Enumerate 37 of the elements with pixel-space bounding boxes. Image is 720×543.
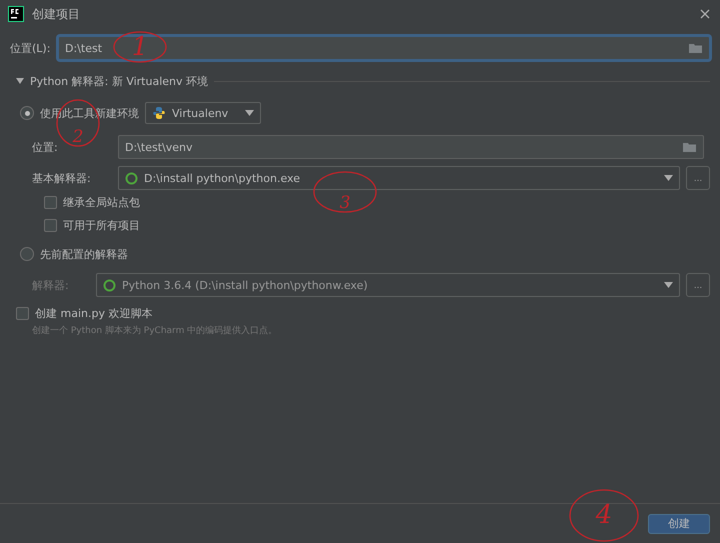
interpreter-label: 解释器: [32,278,70,292]
checkbox-label: 继承全局站点包 [63,195,140,210]
checkbox-label: 创建 main.py 欢迎脚本 [35,306,152,320]
create-button[interactable]: 创建 [648,514,710,534]
window-title: 创建项目 [32,6,80,22]
tool-dropdown[interactable]: Virtualenv [145,102,261,124]
checkbox-label: 可用于所有项目 [63,218,140,233]
python-ring-icon [103,278,116,292]
folder-icon[interactable] [689,42,703,54]
annotation-number: 2 [72,129,84,146]
venv-location-field[interactable]: D:\test\venv [118,135,704,159]
python-logo-icon [152,106,166,120]
annotation-number: 3 [340,195,350,212]
base-interpreter-label: 基本解释器: [32,170,92,186]
venv-location-label: 位置: [32,140,59,154]
checkbox[interactable] [44,219,57,232]
location-label: 位置(L): [10,40,52,56]
close-button[interactable] [698,7,712,21]
annotation-number: 1 [132,34,148,60]
annotation-circle [112,30,168,64]
browse-button[interactable]: ... [686,166,710,190]
annotation-number: 4 [596,502,612,528]
checkbox[interactable] [44,196,57,209]
annotation-circle [312,170,378,214]
radio-button[interactable] [20,106,34,120]
folder-icon[interactable] [683,142,697,152]
annotation-circle [568,488,640,543]
checkbox[interactable] [16,306,29,320]
app-logo-icon [8,6,24,22]
base-interpreter-dropdown[interactable]: D:\install python\python.exe [118,166,680,190]
caret-icon [664,282,673,288]
section-title: Python 解释器: 新 Virtualenv 环境 [30,74,208,88]
python-ring-icon [125,172,138,184]
collapse-triangle-icon[interactable] [16,77,24,85]
caret-icon [245,110,254,116]
radio-label: 先前配置的解释器 [40,246,128,262]
caret-icon [664,175,673,181]
